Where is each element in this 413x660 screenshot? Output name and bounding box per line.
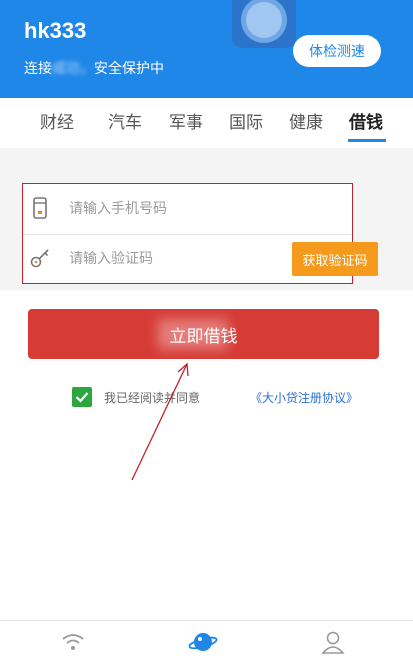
bottom-navigation (0, 620, 413, 660)
nav-profile[interactable] (318, 629, 348, 655)
wifi-icon (62, 634, 84, 650)
tab-finance[interactable]: 财经 (40, 108, 74, 133)
nav-wifi[interactable] (58, 629, 88, 655)
borrow-now-button[interactable]: 立即借钱 (28, 309, 379, 359)
agreement-checkbox[interactable] (72, 387, 92, 407)
status-text-end: 安全保护中 (94, 61, 164, 77)
verification-code-input[interactable] (67, 244, 291, 274)
nav-discover[interactable] (188, 629, 218, 655)
checkmark-icon (75, 392, 89, 403)
active-tab-indicator (348, 139, 386, 142)
blur-mask (158, 319, 228, 349)
tab-health[interactable]: 健康 (289, 108, 323, 133)
key-icon (30, 249, 49, 268)
phone-input[interactable] (67, 194, 291, 224)
get-code-button[interactable]: 获取验证码 (292, 242, 378, 276)
speed-test-button[interactable]: 体检测速 (293, 35, 381, 67)
network-name: hk333 (24, 18, 87, 43)
tab-military[interactable]: 军事 (169, 108, 203, 133)
agreement-row: 我已经阅读并同意 《大小贷注册协议》 (72, 387, 372, 409)
wifi-status-badge (232, 0, 296, 48)
agreement-link[interactable]: 《大小贷注册协议》 (250, 389, 358, 406)
agreement-text: 我已经阅读并同意 (104, 391, 201, 405)
status-text-blurred: 成功， (52, 61, 94, 77)
tab-auto[interactable]: 汽车 (108, 108, 142, 133)
phone-icon (33, 197, 47, 219)
category-tabs: 财经 汽车 军事 国际 健康 借钱 (0, 98, 413, 148)
tab-international[interactable]: 国际 (229, 108, 263, 133)
code-row: 获取验证码 (23, 234, 378, 284)
status-text-start: 连接 (24, 61, 52, 77)
wifi-circle-icon (246, 2, 282, 38)
app-header: hk333 连接成功，安全保护中 体检测速 (0, 0, 413, 98)
planet-icon (188, 633, 218, 651)
phone-row (23, 184, 352, 235)
connection-status: 连接成功，安全保护中 (24, 58, 164, 78)
login-form-highlight: 获取验证码 (22, 183, 378, 284)
tab-borrow[interactable]: 借钱 (349, 108, 383, 133)
user-icon (321, 631, 345, 654)
tab-scroll-fade (0, 98, 40, 148)
